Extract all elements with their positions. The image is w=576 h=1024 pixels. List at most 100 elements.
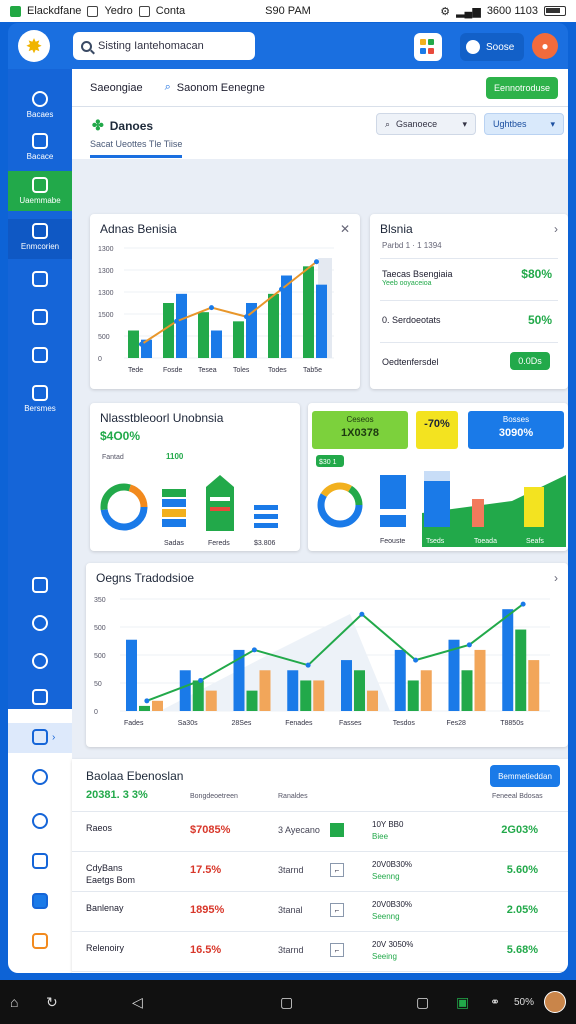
tab-active[interactable]: Sacat Ueottes Tle Tiise — [90, 139, 183, 158]
app-icon[interactable]: ▣ — [456, 994, 469, 1011]
home-button-icon[interactable]: ▢ — [280, 994, 293, 1011]
primary-action-button[interactable]: Eennotroduse — [486, 77, 558, 99]
x-tick-label: Toles — [233, 367, 250, 374]
table-row[interactable]: Raeos $7085% 3 Ayecano 10Y BB0 Biee 2G03% — [72, 811, 568, 851]
chart-card-bar: Adnas Benisia ✕ 1300 1300 1300 1500 500 0 Tede… — [90, 214, 360, 389]
filter-label: Ughtbes — [493, 119, 527, 129]
table-row[interactable]: Banlenay 1895% 3tanal ⌐ 20V0B30% Seenng 2.05% — [72, 891, 568, 931]
link-icon[interactable]: ⚭ — [490, 995, 500, 1009]
trend-icon — [32, 347, 48, 363]
sidebar-lower-item-calendar[interactable]: › — [8, 723, 72, 753]
close-icon[interactable]: ✕ — [340, 222, 350, 236]
bar — [179, 670, 191, 711]
home-icon[interactable]: ⌂ — [10, 994, 18, 1010]
stat-row[interactable]: Taecas Bsengiaia Yeeb ooyaceioa $80% — [380, 258, 558, 298]
y-tick-label: 0 — [94, 709, 98, 716]
bar — [163, 303, 174, 358]
stack-bar — [162, 509, 186, 517]
badge-text: $30 1 — [319, 459, 337, 466]
checkbox[interactable]: ⌐ — [330, 903, 344, 917]
back-icon[interactable]: ◁ — [132, 994, 143, 1011]
row-name: Raeos — [86, 823, 113, 833]
table-action-button[interactable]: Bemmetieddan — [490, 765, 560, 787]
bar — [152, 700, 163, 711]
stat-label: Taecas Bsengiaia — [382, 269, 453, 279]
sidebar-item-9[interactable] — [8, 615, 72, 631]
chevron-right-icon[interactable]: › — [554, 571, 558, 585]
sidebar-item-5[interactable] — [8, 309, 72, 325]
system-nav-bar: ⌂ ↻ ◁ ▢ ▢ ▣ ⚭ 50% — [0, 980, 576, 1024]
y-tick-label: 500 — [98, 334, 110, 341]
stat-row[interactable]: Oedtenfersdel 0.0Ds — [380, 342, 558, 382]
stat-value: 50% — [527, 313, 552, 327]
filter-dropdown[interactable]: ⌕ Gsanoece ▾ — [376, 113, 476, 135]
bar — [341, 660, 352, 711]
avatar — [466, 40, 480, 54]
bar — [515, 629, 527, 711]
search-icon: ⌕ — [385, 118, 391, 129]
sidebar-item-1[interactable]: Bacace — [8, 133, 72, 161]
filter-dropdown[interactable]: Ughtbes ▾ — [484, 113, 564, 135]
kpi-tile[interactable]: Ceseos 1X0378 — [312, 411, 408, 449]
x-tick-label: 28Ses — [232, 720, 252, 727]
sidebar-item-4[interactable] — [8, 271, 72, 287]
apps-grid-icon[interactable] — [414, 33, 442, 61]
recents-icon[interactable]: ▢ — [416, 994, 429, 1011]
sidebar-item-6[interactable] — [8, 347, 72, 363]
search-icon — [81, 40, 92, 52]
sidebar-lower-item-folder[interactable] — [8, 933, 72, 949]
sidebar-lower: › — [8, 709, 72, 973]
search-bar[interactable]: Sisting Iantehomacan — [73, 32, 255, 60]
bar — [128, 330, 139, 358]
breadcrumb-item[interactable]: Saeongiae — [90, 82, 143, 94]
sidebar-lower-item-clock[interactable] — [8, 769, 72, 785]
user-menu[interactable]: Soose — [460, 33, 524, 61]
table-row[interactable]: Relenoiry 16.5% 3tarnd ⌐ 20V 3050% Seeing 5.68… — [72, 931, 568, 971]
bar — [233, 321, 244, 358]
x-tick-label: Sa30s — [178, 720, 198, 727]
leaf-icon — [32, 615, 48, 631]
assistant-icon[interactable]: ↻ — [46, 994, 58, 1011]
search-input[interactable]: Sisting Iantehomacan — [98, 40, 204, 52]
chart-label: Seafs — [526, 538, 544, 545]
sidebar-item-11[interactable] — [8, 689, 72, 705]
table-row[interactable]: CdyBans Eaetgs Bom 17.5% 3tarnd ⌐ 20V0B30% See… — [72, 851, 568, 891]
stat-label: Oedtenfersdel — [382, 357, 439, 367]
logo-icon[interactable]: ✸ — [18, 30, 50, 62]
breadcrumb-item[interactable]: ⌕ Saonom Eenegne — [165, 81, 265, 94]
checkbox[interactable] — [330, 823, 344, 837]
sidebar-item-3[interactable]: Enmcorien — [8, 219, 72, 259]
sidebar-lower-item-edit[interactable] — [8, 813, 72, 829]
table-row[interactable]: EmgteoelFsnge Bom$808%3tand⌐20V0B30%Soen… — [72, 971, 568, 973]
kpi-tile[interactable]: -70% — [416, 411, 458, 449]
sidebar-item-7[interactable]: Bersmes — [8, 385, 72, 413]
sidebar-item-0[interactable]: Bacaes — [8, 91, 72, 119]
column-header[interactable]: Bongdeoetreen — [190, 793, 238, 800]
table-title: Baolaa Ebenoslan — [86, 769, 184, 783]
notification-icon[interactable]: ● — [532, 33, 558, 59]
stat-value: $80% — [521, 267, 552, 281]
row-percent: 16.5% — [190, 944, 222, 956]
checkbox[interactable]: ⌐ — [330, 943, 344, 957]
sidebar-item-8[interactable] — [8, 577, 72, 593]
stack-bar — [254, 505, 278, 510]
x-tick-label: Tesdos — [393, 720, 416, 727]
x-tick-label: Fosde — [163, 367, 183, 374]
kpi-tile[interactable]: Bosses 3090% — [468, 411, 564, 449]
sidebar-item-2[interactable]: Uaemmabe — [8, 171, 72, 211]
status-app3: Conta — [155, 5, 186, 17]
chart-label: Fantad — [102, 454, 124, 461]
avatar[interactable] — [544, 991, 566, 1013]
folder-icon — [32, 223, 48, 239]
stat-row[interactable]: 0. Serdoeotats 50% — [380, 300, 558, 340]
sidebar-lower-item-chart[interactable] — [8, 853, 72, 869]
sidebar-lower-item-trend[interactable] — [8, 893, 72, 909]
card-big-value: $4O0% — [100, 429, 141, 443]
sidebar-item-10[interactable] — [8, 653, 72, 669]
checkbox[interactable]: ⌐ — [330, 863, 344, 877]
chart-value-label: 1100 — [166, 452, 184, 461]
chevron-right-icon[interactable]: › — [554, 222, 558, 236]
nav-text: 50% — [514, 996, 535, 1008]
column-header[interactable]: Ranaldes — [278, 793, 308, 800]
column-header[interactable]: Feneeal Bdosas — [492, 793, 543, 800]
